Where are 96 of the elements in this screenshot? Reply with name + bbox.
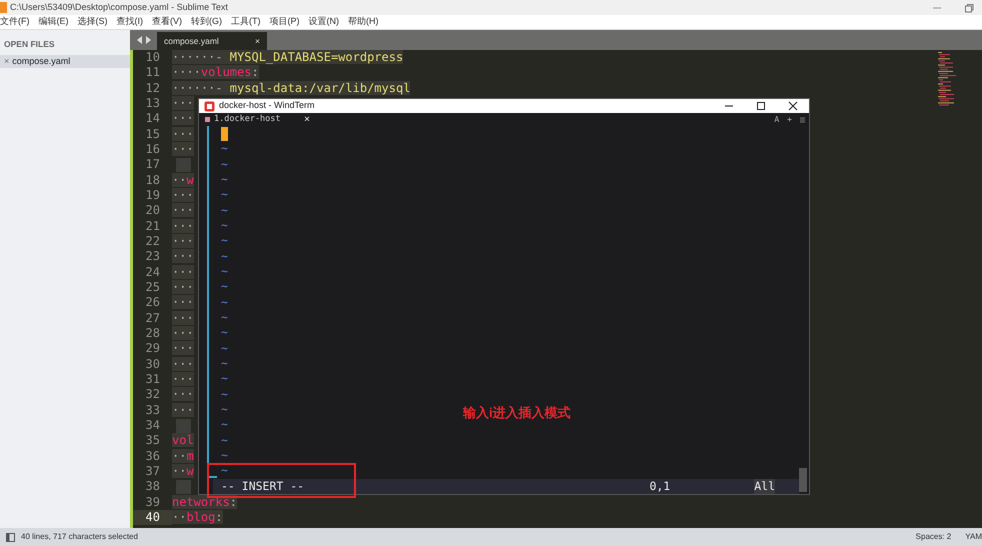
toolbar-button[interactable]: A [774, 116, 780, 124]
tab-close-button[interactable]: × [304, 114, 310, 125]
tab-close-button[interactable]: × [255, 34, 260, 48]
mode-indicator: -- INSERT -- [221, 478, 304, 494]
panel-toggle-icon[interactable] [6, 532, 15, 542]
line-number: 38 [144, 479, 161, 495]
line-number: 11 [144, 65, 161, 81]
menu-item[interactable]: 工具(T) [231, 15, 260, 29]
line-number: 30 [144, 356, 161, 372]
line-number: 35 [144, 433, 161, 449]
empty-line-marker: ~ [220, 233, 228, 248]
empty-line-marker: ~ [220, 218, 228, 232]
line-number: 15 [144, 126, 161, 142]
session-icon [205, 117, 210, 122]
line-number: 13 [144, 96, 161, 112]
empty-line-marker: ~ [220, 156, 228, 171]
window-title: C:\Users\53409\Desktop\compose.yaml - Sublime Text [10, 0, 228, 14]
empty-line-marker: ~ [220, 340, 228, 355]
line-number: 27 [144, 310, 161, 326]
selection-block [176, 480, 191, 494]
toolbar-button[interactable]: + [787, 116, 792, 124]
line-number: 29 [144, 341, 161, 357]
menu-item[interactable]: 转到(G) [191, 15, 222, 29]
line-number: 23 [144, 249, 161, 265]
empty-line-marker: ~ [220, 371, 228, 386]
selection-block [176, 158, 191, 172]
line-number: 34 [144, 418, 161, 434]
terminal-tab[interactable]: 1.docker-host [199, 113, 304, 126]
file-name: compose.yaml [12, 54, 70, 68]
empty-line-marker: ~ [220, 417, 228, 432]
menu-item[interactable]: 文件(F) [0, 15, 30, 29]
line-number: 26 [144, 295, 161, 311]
line-number: 10 [144, 50, 161, 66]
line-number: 36 [144, 448, 161, 464]
empty-line-marker: ~ [220, 463, 228, 478]
menu-icon[interactable] [800, 116, 805, 123]
line-number: 18 [144, 172, 161, 188]
selection-block [176, 418, 191, 433]
menu-item[interactable]: 选择(S) [78, 15, 108, 29]
indentation-status[interactable]: Spaces: 2 [916, 531, 952, 543]
menu-item[interactable]: 编辑(E) [38, 15, 68, 29]
line-number: 12 [144, 80, 161, 96]
menu-item[interactable]: 项目(P) [270, 15, 300, 29]
empty-line-marker: ~ [220, 310, 228, 324]
empty-line-marker: ~ [220, 141, 228, 156]
line-number: 39 [144, 494, 161, 510]
empty-line-marker: ~ [220, 356, 228, 370]
empty-line-marker: ~ [220, 448, 228, 462]
menu-item[interactable]: 设置(N) [308, 15, 339, 29]
close-button[interactable] [788, 101, 798, 112]
line-number: 33 [144, 402, 161, 418]
cursor-position: 0,1 [649, 478, 670, 494]
line-number: 24 [144, 264, 161, 280]
sidebar-file[interactable]: × compose.yaml [0, 54, 130, 68]
line-number: 17 [144, 157, 161, 173]
maximize-button[interactable] [756, 101, 766, 112]
line-number: 20 [144, 203, 161, 219]
empty-line-marker: ~ [220, 386, 228, 401]
scrollbar-thumb[interactable] [799, 468, 807, 492]
empty-line-marker: ~ [220, 402, 228, 416]
maximize-icon [756, 101, 766, 112]
sidebar-heading: OPEN FILES [3, 38, 56, 51]
restore-button[interactable] [964, 2, 974, 12]
line-number: 19 [144, 188, 161, 204]
empty-line-marker: ~ [220, 432, 228, 447]
menu-item[interactable]: 查看(V) [152, 15, 182, 29]
line-number: 32 [144, 387, 161, 403]
empty-line-marker: ~ [220, 264, 228, 278]
menu-item[interactable]: 帮助(H) [348, 15, 378, 29]
empty-line-marker: ~ [220, 172, 228, 186]
menu-item[interactable]: 查找(I) [116, 15, 143, 29]
empty-line-marker: ~ [220, 202, 228, 217]
tab-scroll-icon[interactable] [137, 36, 151, 44]
line-number: 16 [144, 142, 161, 158]
text-cursor [221, 126, 228, 141]
empty-line-marker: ~ [220, 279, 228, 294]
line-number: 28 [144, 326, 161, 342]
line-number: 21 [144, 218, 161, 234]
empty-line-marker: ~ [220, 187, 228, 202]
editor-tab[interactable]: compose.yaml × [157, 32, 267, 50]
app-icon [0, 2, 7, 13]
line-number: 37 [144, 464, 161, 480]
annotation-text: 输入i进入插入模式 [463, 404, 571, 422]
empty-line-marker: ~ [220, 294, 228, 309]
status-text: 40 lines, 717 characters selected [21, 531, 138, 543]
scroll-position: All [754, 478, 775, 494]
close-icon [788, 101, 798, 112]
line-number: 25 [144, 280, 161, 296]
line-number: 22 [144, 234, 161, 250]
line-number: 14 [144, 111, 161, 127]
window-title: docker-host - WindTerm [219, 99, 315, 112]
empty-line-marker: ~ [220, 248, 228, 263]
line-number: 31 [144, 372, 161, 388]
line-number: 40 [133, 510, 172, 526]
empty-line-marker: ~ [220, 325, 228, 340]
syntax-status[interactable]: YAM [965, 531, 982, 543]
